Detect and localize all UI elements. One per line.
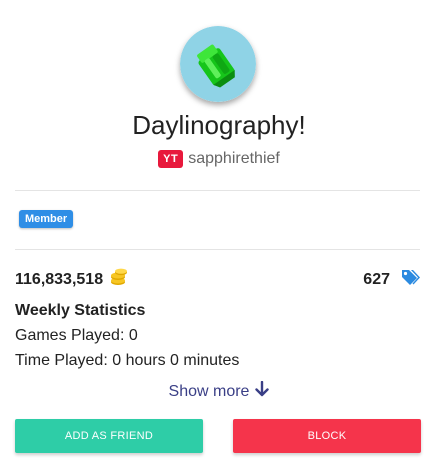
role-badge: Member — [19, 210, 74, 228]
tags-value: 627 — [363, 270, 390, 288]
profile-handle-row: YT sapphirethief — [0, 150, 438, 168]
avatar-container — [180, 26, 256, 102]
profile-handle: sapphirethief — [188, 150, 280, 167]
divider — [15, 249, 420, 250]
avatar[interactable] — [180, 26, 256, 102]
block-button[interactable]: BLOCK — [233, 419, 421, 453]
games-played-stat: Games Played: 0 — [15, 327, 138, 344]
tags-stat: 627 — [363, 268, 420, 291]
platform-badge: YT — [158, 150, 184, 168]
add-friend-button[interactable]: ADD AS FRIEND — [15, 419, 203, 453]
profile-display-name: Daylinography! — [132, 110, 306, 140]
time-played-stat: Time Played: 0 hours 0 minutes — [15, 352, 240, 369]
coin-stack-icon — [109, 268, 129, 291]
show-more-label: Show more — [168, 382, 250, 400]
green-gem-icon — [180, 26, 256, 102]
arrow-down-icon — [255, 380, 270, 402]
tags-icon — [398, 268, 420, 291]
weekly-statistics-heading: Weekly Statistics — [15, 302, 146, 319]
coins-stat: 116,833,518 — [15, 268, 129, 291]
show-more-link[interactable]: Show more — [0, 380, 438, 402]
divider — [15, 190, 420, 191]
coins-value: 116,833,518 — [15, 270, 104, 288]
